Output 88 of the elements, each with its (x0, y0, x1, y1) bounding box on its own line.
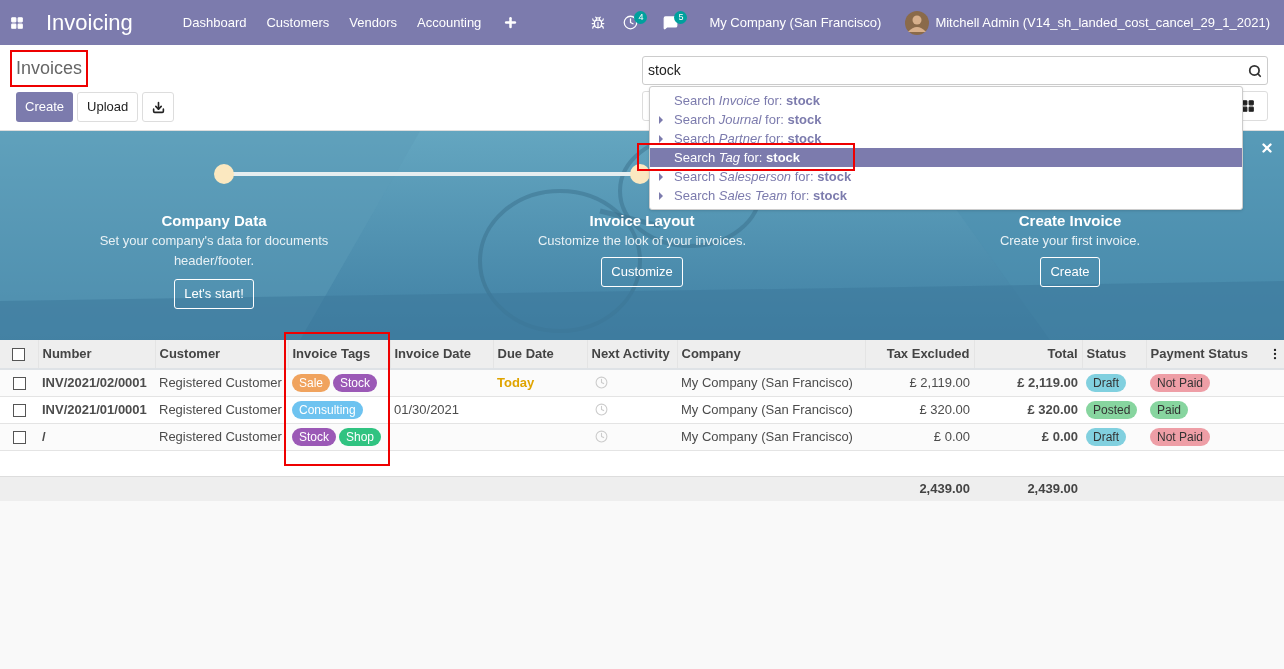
column-header[interactable]: Number (38, 340, 155, 369)
table-cell: £ 320.00 (919, 401, 970, 417)
menu-item[interactable]: Accounting (407, 12, 492, 33)
table-cell: My Company (San Francisco) (681, 401, 853, 417)
user-menu[interactable]: Mitchell Admin (V14_sh_landed_cost_cancel_29_1_2021) (935, 12, 1270, 33)
step-button[interactable]: Customize (601, 257, 683, 287)
table-cell: £ 2,119.00 (909, 375, 970, 390)
tag: Sale (292, 373, 331, 392)
close-icon[interactable] (1260, 141, 1274, 155)
table-row[interactable]: / Registered Customer Stock Shop My Company (San Francisco) £ 0.00 £ 0.00 Draft Not Paid (0, 423, 1284, 450)
download-icon (151, 100, 165, 114)
table-cell: £ 0.00 (933, 428, 970, 444)
table-row[interactable]: INV/2021/01/0001 Registered Customer Consulting 01/30/2021 My Company (San Francisco) £ 320.00 £ 320.00 Posted Paid (0, 396, 1284, 423)
bug-icon[interactable] (591, 15, 606, 30)
table-cell: 2,439.00 (1027, 481, 1078, 496)
status-badge: Draft (1086, 427, 1126, 446)
table-cell: / (42, 428, 46, 444)
column-header[interactable]: Invoice Tags (288, 340, 390, 369)
select-all-checkbox[interactable] (12, 348, 26, 362)
table-cell: My Company (San Francisco) (681, 375, 853, 390)
search-icon[interactable] (1248, 63, 1262, 78)
table-cell: Today (497, 375, 535, 390)
suggestion-item[interactable]: Search Tag for: stock (650, 148, 1242, 167)
add-icon[interactable] (503, 15, 519, 30)
activity-icon[interactable] (623, 15, 639, 30)
suggestion-item[interactable]: Search Salesperson for: stock (650, 167, 1242, 186)
count-badge: 4 (634, 11, 648, 24)
count-badge: 5 (674, 11, 688, 24)
search-bar[interactable]: stock (642, 56, 1268, 85)
download-button[interactable] (142, 92, 175, 122)
app-name: Invoicing (46, 9, 133, 37)
table-cell: 01/30/2021 (394, 401, 460, 417)
status-badge: Not Paid (1150, 374, 1211, 392)
company-switcher[interactable]: My Company (San Francisco) (709, 12, 882, 33)
table-cell: Registered Customer (159, 428, 282, 444)
menu-item[interactable]: Vendors (339, 12, 407, 33)
suggestion-item[interactable]: Search Sales Team for: stock (650, 186, 1242, 205)
table-cell: My Company (San Francisco) (681, 428, 853, 444)
row-checkbox[interactable] (12, 430, 26, 444)
create-button[interactable]: Create (16, 92, 74, 122)
upload-button[interactable]: Upload (77, 92, 139, 122)
caret-icon (659, 173, 663, 181)
table-cell: £ 2,119.00 (1017, 375, 1078, 390)
step-title: Invoice Layout (589, 212, 695, 229)
step-description: Customize the look of your invoices. (536, 232, 748, 250)
column-header[interactable]: Customer (155, 340, 288, 369)
row-checkbox[interactable] (12, 403, 26, 417)
suggestion-item[interactable]: Search Journal for: stock (650, 110, 1242, 129)
status-badge: Posted (1086, 400, 1138, 419)
step-description: Set your company's data for documents header/footer. (98, 232, 330, 270)
tag: Consulting (292, 400, 363, 419)
menu-item[interactable]: Customers (256, 12, 340, 33)
column-header[interactable]: Company (677, 340, 865, 369)
caret-icon (659, 116, 663, 124)
step-title: Company Data (161, 212, 267, 229)
tag: Stock (292, 427, 336, 446)
column-header[interactable]: Total (974, 340, 1082, 369)
column-header[interactable]: Invoice Date (390, 340, 493, 369)
step-description: Create your first invoice. (998, 232, 1142, 250)
table-cell: INV/2021/01/0001 (42, 401, 147, 417)
avatar-icon[interactable] (905, 10, 930, 35)
status-badge: Paid (1150, 400, 1189, 419)
page-title: Invoices (16, 57, 83, 80)
apps-menu-icon[interactable] (10, 15, 24, 30)
status-badge: Not Paid (1150, 427, 1211, 446)
tag: Shop (339, 427, 382, 446)
table-cell: 2,439.00 (919, 481, 970, 496)
step-button[interactable]: Create (1040, 257, 1100, 287)
column-header[interactable]: Next Activity (587, 340, 677, 369)
column-header[interactable]: Tax Excluded (865, 340, 974, 369)
table-cell: Registered Customer (159, 375, 282, 390)
table-cell: £ 320.00 (1027, 401, 1078, 417)
step-title: Create Invoice (1018, 212, 1122, 229)
column-header[interactable]: Status (1082, 340, 1146, 369)
suggestion-item[interactable]: Search Partner for: stock (650, 129, 1242, 148)
tag: Stock (333, 373, 378, 392)
search-input[interactable]: stock (648, 60, 1248, 81)
caret-icon (659, 192, 663, 200)
table-row[interactable]: INV/2021/02/0001 Registered Customer Sale Stock Today My Company (San Francisco) £ 2,119.00 £ 2,119.00 Draft Not Paid (0, 369, 1284, 396)
table-cell: INV/2021/02/0001 (42, 375, 147, 390)
status-badge: Draft (1086, 374, 1126, 392)
table-cell: £ 0.00 (1041, 428, 1078, 444)
suggestion-item[interactable]: Search Invoice for: stock (650, 91, 1242, 110)
caret-icon (659, 135, 663, 143)
column-header[interactable]: Due Date (493, 340, 587, 369)
table-cell: Registered Customer (159, 401, 282, 417)
row-checkbox[interactable] (12, 377, 26, 391)
menu-item[interactable]: Dashboard (172, 12, 257, 33)
